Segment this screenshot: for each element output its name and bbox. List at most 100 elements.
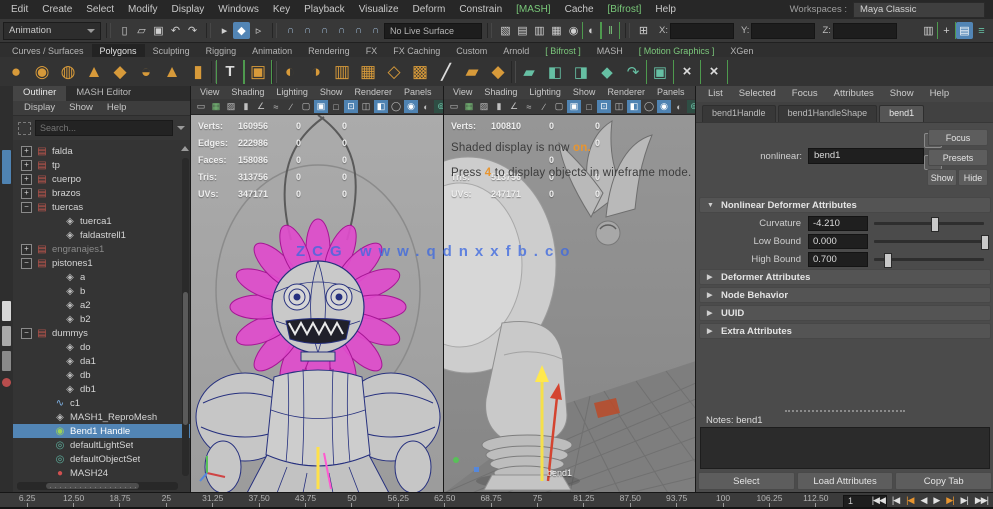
sidebar-toggle-icon[interactable]: ▥ [920, 22, 937, 39]
selection-mode-icon[interactable]: ◆ [233, 22, 250, 39]
file-action-icon[interactable]: ↶ [167, 22, 184, 39]
shelf-tab[interactable]: Polygons [92, 44, 145, 57]
menu-item[interactable]: Deform [406, 0, 453, 19]
outliner-item[interactable]: ◈ faldastrell1 [13, 228, 190, 242]
shelf-tool-icon[interactable]: ▰ [459, 59, 485, 85]
shelf-tool-icon[interactable]: ▣ [646, 60, 674, 84]
shelf-tool-icon[interactable]: ◨ [568, 59, 594, 85]
outliner-item[interactable]: ◈ b2 [13, 312, 190, 326]
menu-item[interactable]: Key [266, 0, 297, 19]
outliner-item[interactable]: + ▤ falda [13, 144, 190, 158]
viewport-toggle-icon[interactable]: ▮ [239, 100, 253, 113]
playback-button[interactable]: |◀◀ [869, 494, 888, 507]
render-icon[interactable]: ◉ [565, 22, 582, 39]
x-coord-input[interactable] [670, 23, 734, 39]
outliner-item[interactable]: ◉ Bend1 Handle [13, 424, 190, 438]
viewport-toggle-icon[interactable]: ▣ [567, 100, 581, 113]
tool-slot[interactable] [2, 301, 11, 321]
attribute-value-input[interactable]: 0.000 [808, 234, 868, 249]
viewport-toggle-icon[interactable]: ▭ [447, 100, 461, 113]
search-input[interactable] [35, 120, 173, 136]
outliner-item[interactable]: ◈ db [13, 368, 190, 382]
viewport-menu-item[interactable]: View [194, 86, 225, 99]
playback-button[interactable]: ◀ [917, 494, 929, 507]
shelf-tool-icon[interactable]: ◆ [485, 59, 511, 85]
outliner-menu-item[interactable]: Display [17, 101, 62, 115]
shelf-tool-icon[interactable]: ▩ [407, 59, 433, 85]
menu-item[interactable]: Constrain [452, 0, 509, 19]
ae-node-tab[interactable]: bend1HandleShape [778, 105, 878, 122]
collapsed-section-header[interactable]: ▶ Extra Attributes [699, 323, 991, 339]
show-button[interactable]: Show [927, 169, 957, 186]
file-action-icon[interactable]: ↷ [184, 22, 201, 39]
viewport-menu-item[interactable]: Show [567, 86, 602, 99]
render-icon[interactable]: ◐ [582, 22, 601, 39]
scrollbar-thumb[interactable] [183, 292, 188, 426]
filter-icon[interactable] [18, 122, 31, 135]
playback-button[interactable]: ▶ [930, 494, 942, 507]
viewport-toggle-icon[interactable]: ∠ [507, 100, 521, 113]
menu-item[interactable]: Playback [297, 0, 352, 19]
expand-toggle[interactable]: + [21, 174, 32, 185]
shelf-tab[interactable]: Animation [244, 44, 300, 57]
viewport-toggle-icon[interactable]: ◐ [419, 100, 433, 113]
section-header[interactable]: ▼ Nonlinear Deformer Attributes [699, 197, 991, 213]
menu-item[interactable]: Windows [211, 0, 266, 19]
notes-resize-handle[interactable] [785, 410, 905, 412]
viewport-toggle-icon[interactable]: ▭ [194, 100, 208, 113]
viewport-menu-item[interactable]: Lighting [270, 86, 314, 99]
outliner-item[interactable]: − ▤ pistones1 [13, 256, 190, 270]
collapsed-section-header[interactable]: ▶ Deformer Attributes [699, 269, 991, 285]
shelf-tab[interactable]: Custom [448, 44, 495, 57]
viewport-toggle-icon[interactable]: ◧ [627, 100, 641, 113]
hide-button[interactable]: Hide [958, 169, 988, 186]
viewport-menu-item[interactable]: Show [314, 86, 349, 99]
horizontal-scrollbar[interactable] [17, 482, 178, 490]
shelf-tab[interactable]: XGen [722, 44, 761, 57]
viewport-toggle-icon[interactable]: ◉ [657, 100, 671, 113]
shelf-tool-icon[interactable]: ↷ [620, 59, 646, 85]
time-slider-ticks[interactable]: 6.25 12.50 18.75 25 31.25 37.50 [4, 494, 840, 508]
viewport-toggle-icon[interactable]: □ [329, 100, 343, 113]
snap-icon[interactable]: ∩ [316, 22, 333, 39]
tool-slot[interactable] [2, 351, 11, 371]
outliner-item[interactable]: ◈ a [13, 270, 190, 284]
viewport-shaded[interactable]: ViewShadingLightingShowRendererPanels ▭▦… [443, 86, 696, 492]
slider-handle[interactable] [981, 235, 989, 250]
viewport-toggle-icon[interactable]: □ [582, 100, 596, 113]
viewport-toggle-icon[interactable]: ▦ [209, 100, 223, 113]
vertical-scrollbar[interactable] [182, 158, 189, 476]
menu-set-selector[interactable]: Animation [3, 22, 101, 40]
viewport-toggle-icon[interactable]: ⊡ [344, 100, 358, 113]
shelf-tab[interactable]: MASH [589, 44, 631, 57]
playback-button[interactable]: ▶| [958, 494, 971, 507]
viewport-menu-item[interactable]: Renderer [348, 86, 398, 99]
ae-node-tab[interactable]: bend1 [879, 105, 924, 122]
shelf-tool-icon[interactable]: ▥ [329, 59, 355, 85]
shelf-tab[interactable]: Curves / Surfaces [4, 44, 92, 57]
shelf-tab[interactable]: FX Caching [385, 44, 448, 57]
slider-handle[interactable] [931, 217, 939, 232]
tool-slot[interactable] [2, 326, 11, 346]
snap-icon[interactable]: ∩ [282, 22, 299, 39]
render-icon[interactable]: ▥ [531, 22, 548, 39]
live-surface-field[interactable]: No Live Surface [384, 23, 482, 39]
snap-icon[interactable]: ∩ [333, 22, 350, 39]
shelf-tool-icon[interactable]: ▲ [81, 59, 107, 85]
snap-icon[interactable]: ∩ [350, 22, 367, 39]
shelf-tool-icon[interactable]: × [674, 59, 700, 85]
scroll-up-arrow[interactable] [181, 146, 189, 151]
shelf-tool-icon[interactable]: ◒ [133, 59, 159, 85]
attribute-slider[interactable] [874, 235, 984, 248]
ae-node-tab[interactable]: bend1Handle [702, 105, 776, 122]
shelf-tool-icon[interactable]: ◐ [277, 59, 303, 85]
shelf-tool-icon[interactable]: ● [3, 59, 29, 85]
playback-button[interactable]: |◀ [889, 494, 902, 507]
shelf-tab[interactable]: Rendering [300, 44, 358, 57]
focus-button[interactable]: Focus [928, 129, 988, 146]
menu-item[interactable]: Visualize [352, 0, 406, 19]
viewport-menu-item[interactable]: Shading [478, 86, 523, 99]
ae-menu-item[interactable]: List [700, 87, 731, 102]
selection-mode-icon[interactable]: ▸ [216, 22, 233, 39]
shelf-tool-icon[interactable]: T [216, 60, 244, 84]
